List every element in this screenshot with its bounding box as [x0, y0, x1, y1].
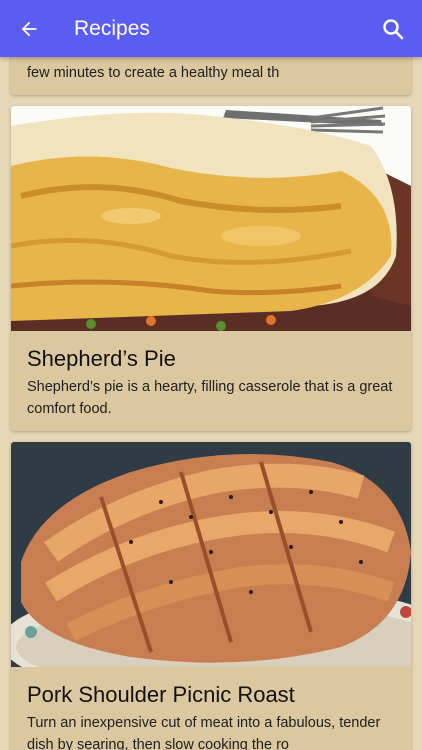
- back-button[interactable]: [0, 0, 58, 57]
- recipe-description: Turn an inexpensive cut of meat into a f…: [27, 715, 381, 750]
- arrow-left-icon: [21, 21, 37, 36]
- recipe-photo-shepherds-pie: [11, 106, 411, 331]
- recipe-list[interactable]: few minutes to create a healthy meal th: [0, 57, 422, 750]
- recipe-name: Pork Shoulder Picnic Roast: [27, 682, 295, 707]
- search-button[interactable]: [364, 0, 422, 57]
- page-title: Recipes: [74, 16, 150, 40]
- recipe-name: Shepherd’s Pie: [27, 346, 176, 371]
- recipe-card[interactable]: Pork Shoulder Picnic Roast Turn an inexp…: [11, 442, 411, 750]
- search-icon: [383, 18, 404, 39]
- app-bar: Recipes: [0, 0, 422, 57]
- recipe-description: Shepherd’s pie is a hearty, filling cass…: [27, 379, 393, 417]
- recipe-card[interactable]: few minutes to create a healthy meal th: [11, 57, 411, 95]
- recipe-photo-pork-roast: [11, 442, 411, 667]
- recipe-card[interactable]: Shepherd’s Pie Shepherd’s pie is a heart…: [11, 106, 411, 431]
- recipe-description: few minutes to create a healthy meal th: [27, 65, 280, 81]
